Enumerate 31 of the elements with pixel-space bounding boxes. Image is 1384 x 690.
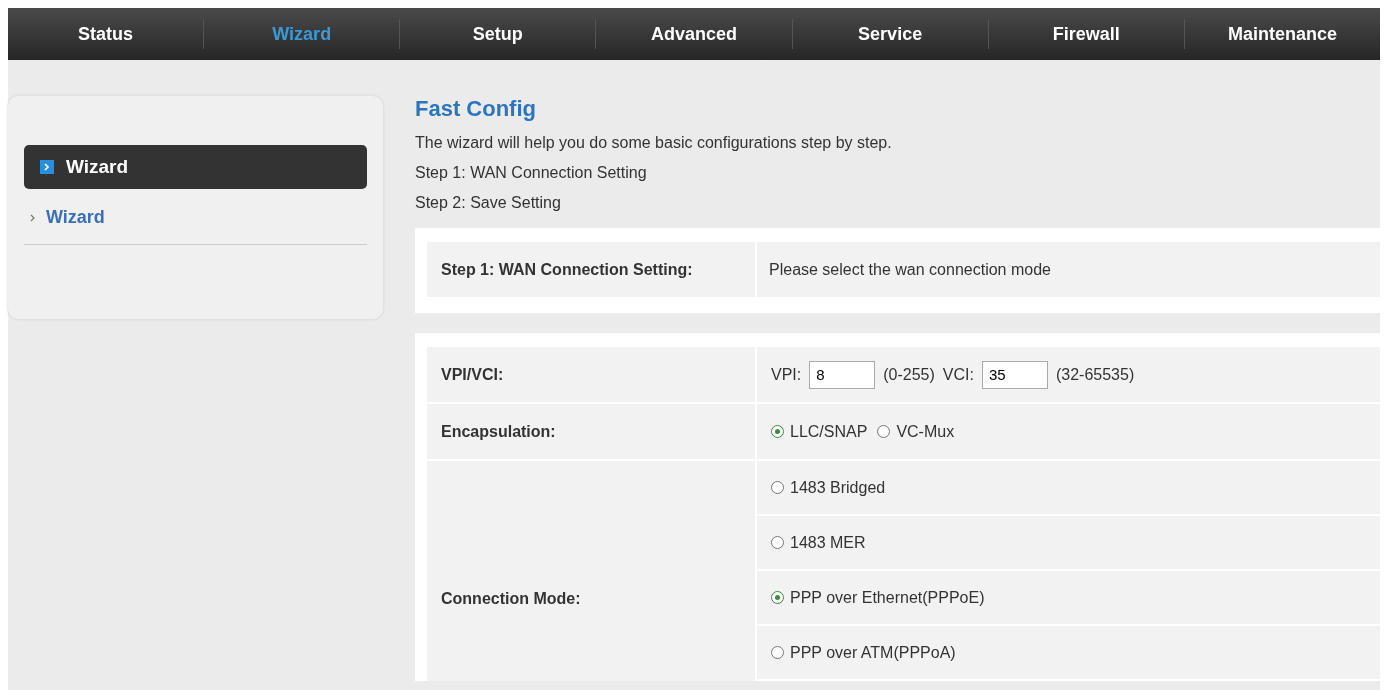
step-label: Step 1: WAN Connection Setting: — [427, 242, 755, 297]
vci-range: (32-65535) — [1055, 365, 1135, 384]
nav-tab[interactable]: Advanced — [596, 23, 792, 45]
radio-label: 1483 Bridged — [790, 478, 886, 497]
vci-input[interactable]: 35 — [981, 360, 1048, 389]
intro-text: Step 1: WAN Connection Setting — [415, 163, 648, 183]
intro-text: The wizard will help you do some basic configurations step by step. — [415, 133, 893, 153]
nav-tab[interactable]: Firewall — [988, 23, 1184, 45]
sidebar-link[interactable]: Wizard — [46, 207, 105, 228]
vpi-label: VPI: — [771, 365, 802, 384]
radio-label: PPP over ATM(PPPoA) — [790, 643, 956, 662]
intro-text: Step 2: Save Setting — [415, 193, 562, 213]
radio-label: VC-Mux — [896, 422, 955, 441]
nav-tab[interactable]: Status — [8, 23, 204, 45]
field-label: VPI/VCI: — [427, 347, 755, 402]
vpi-input[interactable]: 8 — [809, 360, 876, 389]
sidebar-header[interactable]: Wizard — [24, 145, 367, 189]
vpi-range: (0-255) — [883, 365, 935, 384]
radio-label: 1483 MER — [790, 533, 866, 552]
step-note: Please select the wan connection mode — [757, 242, 1380, 297]
vci-label: VCI: — [942, 365, 974, 384]
field-label: Connection Mode: — [427, 461, 755, 681]
radio-label: PPP over Ethernet(PPPoE) — [790, 588, 985, 607]
page-title: Fast Config — [415, 96, 537, 122]
radio-label: LLC/SNAP — [790, 422, 868, 441]
nav-tab[interactable]: Maintenance — [1184, 23, 1380, 45]
sidebar-header-label: Wizard — [66, 156, 129, 178]
field-label: Encapsulation: — [427, 404, 755, 459]
nav-tab[interactable]: Setup — [400, 23, 596, 45]
nav-tab[interactable]: Wizard — [204, 23, 400, 45]
nav-tab[interactable]: Service — [792, 23, 988, 45]
